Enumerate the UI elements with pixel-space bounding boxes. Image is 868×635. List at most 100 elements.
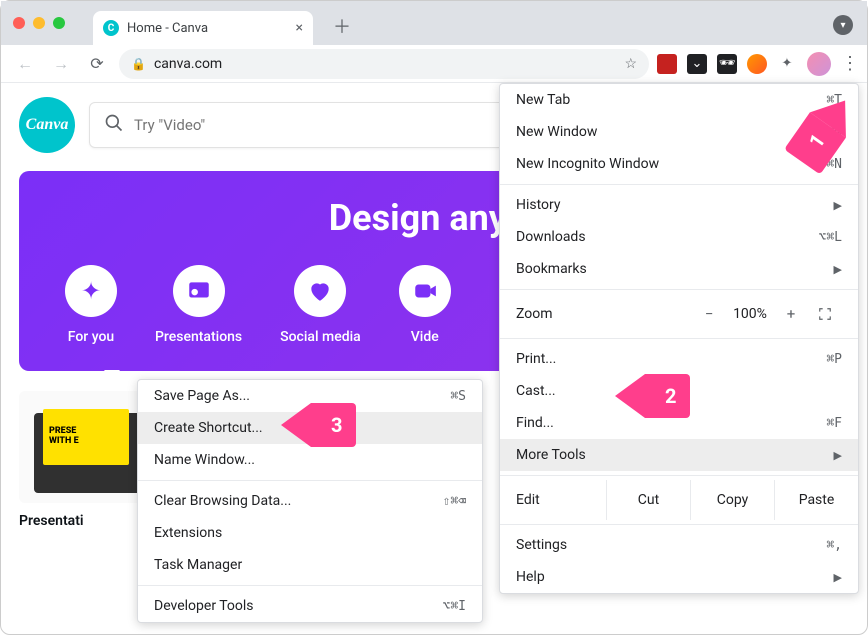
menu-help[interactable]: Help ▶	[500, 561, 858, 593]
bookmark-star-icon[interactable]: ☆	[624, 56, 637, 72]
menu-history[interactable]: History ▶	[500, 189, 858, 221]
submenu-clear-data[interactable]: Clear Browsing Data... ⇧⌘⌫	[138, 485, 482, 517]
maximize-window-button[interactable]	[53, 17, 65, 29]
menu-label: Print...	[516, 351, 556, 367]
chrome-menu-button[interactable]: ⋮	[841, 53, 857, 74]
menu-downloads[interactable]: Downloads ⌥⌘L	[500, 221, 858, 253]
category-for-you[interactable]: ✦ For you	[65, 265, 117, 345]
menu-settings[interactable]: Settings⌘,	[500, 529, 858, 561]
category-presentations[interactable]: Presentations	[155, 265, 242, 345]
menu-label: More Tools	[516, 447, 586, 463]
menu-label: Developer Tools	[154, 598, 254, 614]
menu-label: Clear Browsing Data...	[154, 493, 291, 509]
submenu-arrow-icon: ▶	[834, 199, 842, 212]
shortcut: ⌥⌘I	[443, 599, 466, 614]
menu-label: Downloads	[516, 229, 586, 245]
forward-button[interactable]: →	[47, 54, 75, 74]
menu-label: Extensions	[154, 525, 222, 541]
submenu-arrow-icon: ▶	[834, 571, 842, 584]
shortcut: ⌘S	[450, 389, 466, 404]
shortcut: ⇧⌘N	[819, 157, 842, 172]
back-button[interactable]: ←	[11, 54, 39, 74]
submenu-save-page[interactable]: Save Page As... ⌘S	[138, 380, 482, 412]
menu-label: New Incognito Window	[516, 156, 659, 172]
menu-label: Settings	[516, 537, 567, 553]
menu-find[interactable]: Find...⌘F	[500, 407, 858, 439]
submenu-arrow-icon: ▶	[834, 263, 842, 276]
menu-label: New Tab	[516, 92, 570, 108]
reload-button[interactable]: ⟳	[83, 54, 111, 73]
submenu-extensions[interactable]: Extensions	[138, 517, 482, 549]
extension-icon[interactable]	[657, 54, 677, 74]
menu-label: Save Page As...	[154, 388, 250, 404]
heart-icon	[294, 265, 346, 317]
shortcut: ⌥⌘L	[819, 230, 842, 245]
menu-label: History	[516, 197, 561, 213]
menu-incognito[interactable]: New Incognito Window ⇧⌘N	[500, 148, 858, 180]
omnibox[interactable]: 🔒 canva.com ☆	[119, 49, 649, 79]
menu-label: Bookmarks	[516, 261, 587, 277]
tab-close-icon[interactable]: ×	[296, 20, 303, 36]
edit-label: Edit	[516, 492, 606, 508]
menu-cast[interactable]: Cast...	[500, 375, 858, 407]
menu-label: New Window	[516, 124, 597, 140]
canva-logo[interactable]: Canva	[19, 97, 75, 153]
shortcut: ⌘N	[826, 125, 842, 140]
shortcut: ⌘P	[826, 352, 842, 367]
paste-button[interactable]: Paste	[774, 480, 858, 520]
zoom-out-button[interactable]: −	[692, 305, 726, 323]
presentation-icon	[173, 265, 225, 317]
shortcut: ⇧⌘⌫	[443, 494, 466, 509]
more-tools-submenu: Save Page As... ⌘S Create Shortcut... Nam…	[137, 379, 483, 623]
copy-button[interactable]: Copy	[690, 480, 774, 520]
submenu-task-manager[interactable]: Task Manager	[138, 549, 482, 581]
menu-bookmarks[interactable]: Bookmarks ▶	[500, 253, 858, 285]
window-titlebar: C Home - Canva × ＋ ▾	[1, 1, 867, 45]
category-label: Presentations	[155, 329, 242, 345]
submenu-developer-tools[interactable]: Developer Tools ⌥⌘I	[138, 590, 482, 622]
profile-avatar[interactable]	[807, 52, 831, 76]
zoom-label: Zoom	[516, 306, 692, 322]
zoom-value: 100%	[726, 306, 774, 322]
tab-favicon: C	[103, 20, 119, 36]
category-social-media[interactable]: Social media	[280, 265, 361, 345]
shortcut: ⌘T	[826, 93, 842, 108]
window-menu-button[interactable]: ▾	[833, 15, 853, 35]
menu-print[interactable]: Print... ⌘P	[500, 343, 858, 375]
tab-title: Home - Canva	[127, 21, 288, 36]
category-label: For you	[68, 329, 114, 345]
menu-new-window[interactable]: New Window ⌘N	[500, 116, 858, 148]
extensions-puzzle-icon[interactable]: ✦	[777, 54, 797, 74]
chrome-main-menu: New Tab ⌘T New Window ⌘N New Incognito Win…	[499, 83, 859, 594]
search-icon	[104, 113, 124, 138]
menu-label: Name Window...	[154, 452, 255, 468]
menu-edit: Edit Cut Copy Paste	[500, 480, 858, 520]
minimize-window-button[interactable]	[33, 17, 45, 29]
zoom-in-button[interactable]: +	[774, 305, 808, 323]
thumb-text: WITH E	[49, 437, 123, 447]
category-label: Social media	[280, 329, 361, 345]
address-bar: ← → ⟳ 🔒 canva.com ☆ ⌄ 🕶 ✦ ⋮	[1, 45, 867, 83]
traffic-lights	[13, 17, 65, 29]
submenu-name-window[interactable]: Name Window...	[138, 444, 482, 476]
pocket-icon[interactable]: ⌄	[687, 54, 707, 74]
extension-icon[interactable]: 🕶	[717, 54, 737, 74]
extensions-tray: ⌄ 🕶 ✦ ⋮	[657, 52, 857, 76]
menu-label: Create Shortcut...	[154, 420, 263, 436]
menu-zoom: Zoom − 100% +	[500, 294, 858, 334]
new-tab-button[interactable]: ＋	[333, 13, 351, 39]
menu-more-tools[interactable]: More Tools ▶	[500, 439, 858, 471]
submenu-create-shortcut[interactable]: Create Shortcut...	[138, 412, 482, 444]
cut-button[interactable]: Cut	[606, 480, 690, 520]
video-icon	[399, 265, 451, 317]
category-video[interactable]: Vide	[399, 265, 451, 345]
browser-tab[interactable]: C Home - Canva ×	[93, 11, 313, 45]
submenu-arrow-icon: ▶	[834, 449, 842, 462]
fullscreen-icon[interactable]	[808, 306, 842, 322]
menu-label: Cast...	[516, 383, 556, 399]
menu-label: Help	[516, 569, 545, 585]
menu-new-tab[interactable]: New Tab ⌘T	[500, 84, 858, 116]
sparkle-icon: ✦	[65, 265, 117, 317]
extension-icon[interactable]	[747, 54, 767, 74]
close-window-button[interactable]	[13, 17, 25, 29]
